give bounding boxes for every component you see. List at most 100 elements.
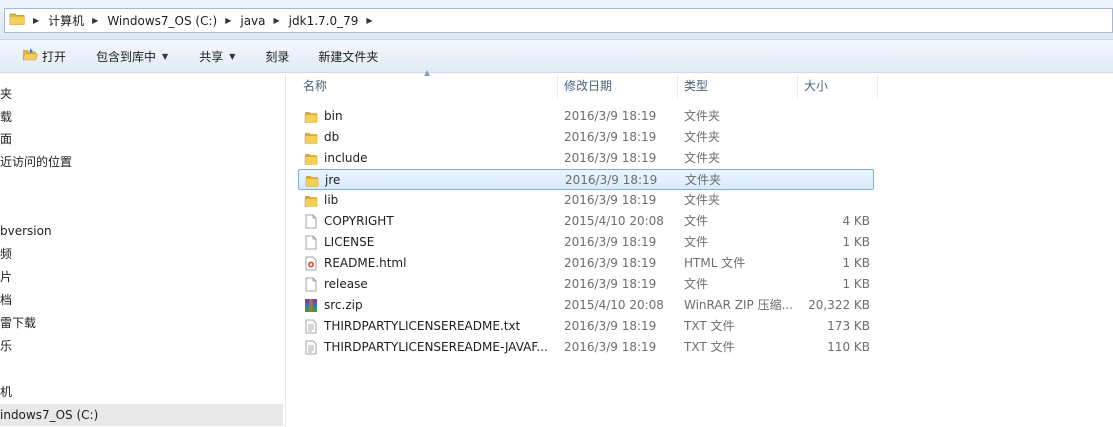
- file-name: THIRDPARTYLICENSEREADME-JAVAF...: [324, 340, 548, 354]
- file-type: 文件: [684, 235, 709, 249]
- nav-item-pictures[interactable]: 片: [0, 266, 12, 288]
- command-toolbar: 打开 包含到库中 ▼ 共享 ▼ 刻录 新建文件夹: [0, 40, 1113, 73]
- breadcrumb-arrow-icon[interactable]: ▶: [33, 16, 39, 25]
- file-date: 2015/4/10 20:08: [564, 214, 664, 228]
- file-name: lib: [324, 193, 339, 207]
- breadcrumb-arrow-icon[interactable]: ▶: [274, 16, 280, 25]
- folder-icon: [304, 130, 318, 145]
- nav-item-videos[interactable]: 频: [0, 243, 12, 265]
- open-button[interactable]: 打开: [22, 45, 66, 67]
- file-name: jre: [325, 173, 341, 187]
- file-row[interactable]: THIRDPARTYLICENSEREADME-JAVAF... 2016/3/9…: [298, 337, 874, 358]
- file-row[interactable]: db 2016/3/9 18:19 文件夹: [298, 127, 874, 148]
- folder-icon: [304, 193, 318, 208]
- file-row[interactable]: release 2016/3/9 18:19 文件 1 KB: [298, 274, 874, 295]
- column-header-date[interactable]: 修改日期: [558, 74, 678, 98]
- folder-icon: [304, 151, 318, 166]
- breadcrumb-arrow-icon[interactable]: ▶: [225, 16, 231, 25]
- burn-label: 刻录: [265, 49, 290, 64]
- file-name: include: [324, 151, 368, 165]
- nav-item-recent-places[interactable]: 近访问的位置: [0, 151, 72, 173]
- text-file-icon: [304, 340, 318, 355]
- nav-item-music[interactable]: 乐: [0, 335, 12, 357]
- file-size: [798, 106, 870, 127]
- breadcrumb-java[interactable]: java: [240, 14, 265, 28]
- column-header-name[interactable]: 名称: [297, 74, 558, 98]
- file-type: 文件夹: [685, 173, 722, 187]
- file-date: 2016/3/9 18:19: [564, 130, 657, 144]
- file-row[interactable]: bin 2016/3/9 18:19 文件夹: [298, 106, 874, 127]
- file-size: [799, 170, 871, 191]
- file-row[interactable]: README.html 2016/3/9 18:19 HTML 文件 1 KB: [298, 253, 874, 274]
- nav-item-documents[interactable]: 档: [0, 289, 12, 311]
- file-row[interactable]: THIRDPARTYLICENSEREADME.txt 2016/3/9 18:1…: [298, 316, 874, 337]
- file-name: COPYRIGHT: [324, 214, 394, 228]
- file-type: TXT 文件: [684, 340, 735, 354]
- file-row[interactable]: jre 2016/3/9 18:19 文件夹: [298, 169, 874, 190]
- file-name: LICENSE: [324, 235, 375, 249]
- file-type: WinRAR ZIP 压缩...: [684, 298, 794, 312]
- file-date: 2016/3/9 18:19: [564, 277, 657, 291]
- winrar-zip-icon: [304, 298, 318, 313]
- new-folder-label: 新建文件夹: [318, 49, 379, 64]
- nav-item-favorites[interactable]: 夹: [0, 83, 12, 105]
- nav-item-computer[interactable]: 机: [0, 381, 12, 403]
- column-header-size[interactable]: 大小: [798, 74, 878, 98]
- nav-item-thunder-downloads[interactable]: 雷下载: [0, 312, 36, 334]
- file-size: 20,322 KB: [808, 298, 870, 312]
- burn-button[interactable]: 刻录: [265, 45, 289, 67]
- file-icon: [304, 214, 318, 229]
- breadcrumb-computer[interactable]: 计算机: [48, 12, 84, 29]
- file-name: bin: [324, 109, 343, 123]
- file-type: TXT 文件: [684, 319, 735, 333]
- file-type: 文件夹: [684, 151, 721, 165]
- file-size: 110 KB: [827, 340, 870, 354]
- address-bar[interactable]: ▶ 计算机 ▶ Windows7_OS (C:) ▶ java ▶ jdk1.7…: [4, 8, 1113, 33]
- file-name: src.zip: [324, 298, 363, 312]
- file-row[interactable]: include 2016/3/9 18:19 文件夹: [298, 148, 874, 169]
- file-type: 文件夹: [684, 130, 721, 144]
- file-date: 2016/3/9 18:19: [564, 151, 657, 165]
- nav-item-subversion[interactable]: bversion: [0, 220, 52, 242]
- file-date: 2016/3/9 18:19: [564, 109, 657, 123]
- navigation-pane: 夹 载 面 近访问的位置 bversion 频 片 档 雷下载 乐 机 indo…: [0, 74, 286, 427]
- file-row[interactable]: LICENSE 2016/3/9 18:19 文件 1 KB: [298, 232, 874, 253]
- new-folder-button[interactable]: 新建文件夹: [318, 45, 378, 67]
- file-name: README.html: [324, 256, 407, 270]
- folder-icon: [9, 12, 25, 29]
- file-date: 2016/3/9 18:19: [565, 173, 658, 187]
- file-row[interactable]: lib 2016/3/9 18:19 文件夹: [298, 190, 874, 211]
- file-type: HTML 文件: [684, 256, 746, 270]
- chevron-down-icon: ▼: [229, 51, 236, 61]
- file-date: 2016/3/9 18:19: [564, 235, 657, 249]
- breadcrumb-arrow-icon[interactable]: ▶: [92, 16, 98, 25]
- folder-icon: [304, 109, 318, 124]
- open-icon: [22, 48, 38, 65]
- breadcrumb-arrow-icon[interactable]: ▶: [366, 16, 372, 25]
- file-icon: [304, 277, 318, 292]
- file-type: 文件: [684, 277, 709, 291]
- include-in-library-button[interactable]: 包含到库中 ▼: [96, 45, 168, 67]
- nav-item-downloads[interactable]: 载: [0, 106, 12, 128]
- breadcrumb-drive-c[interactable]: Windows7_OS (C:): [107, 14, 217, 28]
- include-label: 包含到库中: [96, 49, 157, 64]
- file-size: 173 KB: [827, 319, 870, 333]
- address-bar-area: ▶ 计算机 ▶ Windows7_OS (C:) ▶ java ▶ jdk1.7…: [0, 0, 1113, 40]
- share-button[interactable]: 共享 ▼: [199, 45, 235, 67]
- nav-item-desktop[interactable]: 面: [0, 128, 12, 150]
- text-file-icon: [304, 319, 318, 334]
- breadcrumb-jdk[interactable]: jdk1.7.0_79: [289, 14, 359, 28]
- file-date: 2015/4/10 20:08: [564, 298, 664, 312]
- share-label: 共享: [199, 49, 224, 64]
- file-name: THIRDPARTYLICENSEREADME.txt: [324, 319, 521, 333]
- file-type: 文件夹: [684, 193, 721, 207]
- column-header-type[interactable]: 类型: [678, 74, 798, 98]
- file-size: [798, 148, 870, 169]
- file-date: 2016/3/9 18:19: [564, 256, 657, 270]
- nav-item-drive-c[interactable]: indows7_OS (C:): [0, 404, 283, 426]
- file-row[interactable]: COPYRIGHT 2015/4/10 20:08 文件 4 KB: [298, 211, 874, 232]
- folder-icon: [305, 173, 319, 188]
- file-row[interactable]: src.zip 2015/4/10 20:08 WinRAR ZIP 压缩... 20…: [298, 295, 874, 316]
- open-label: 打开: [42, 49, 67, 64]
- html-file-icon: [304, 256, 318, 271]
